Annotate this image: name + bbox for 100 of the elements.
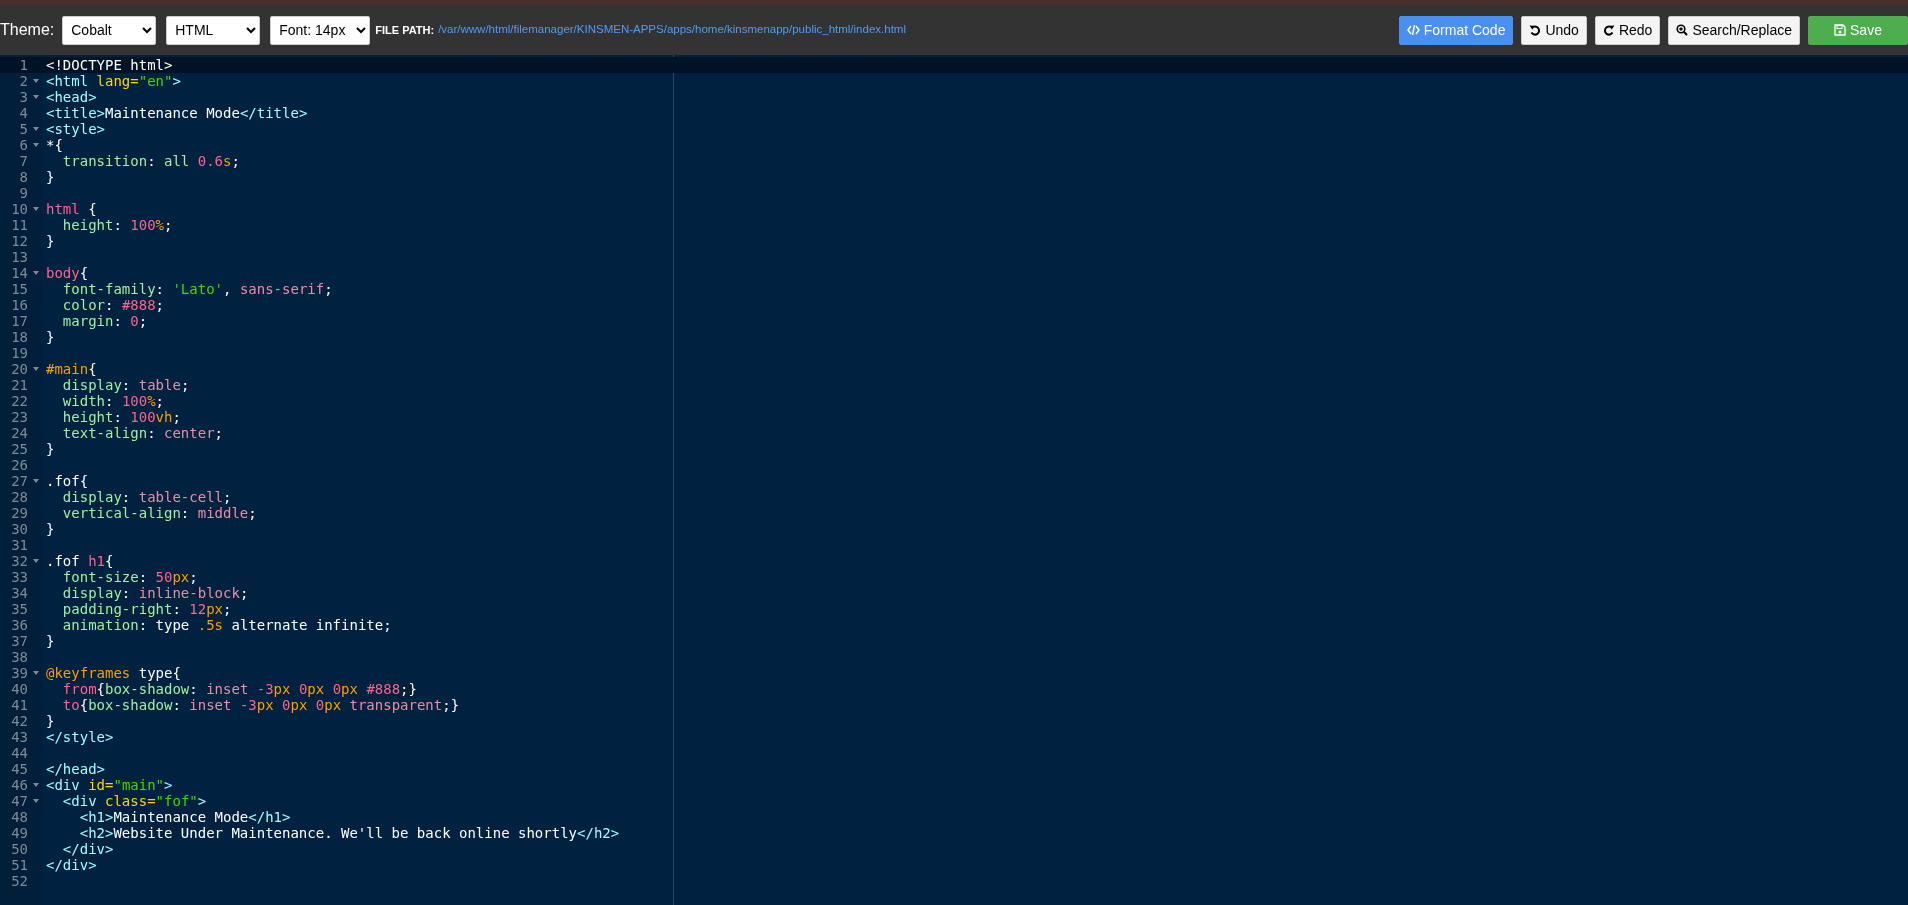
line-number: 43 [11,729,28,745]
line-number: 50 [11,841,28,857]
code-line: font-size: 50px; [61,569,198,585]
line-number: 41 [11,697,28,713]
fold-icon[interactable] [33,143,39,147]
code-line: <div class="fof"> [61,793,207,809]
line-number: 51 [11,857,28,873]
code-line: font-family: 'Lato', sans-serif; [61,281,333,297]
fold-icon[interactable] [33,799,39,803]
fold-icon[interactable] [33,271,39,275]
line-number: 47 [11,793,28,809]
line-number: 9 [19,185,28,201]
line-number: 48 [11,809,28,825]
code-line: </div> [45,857,97,873]
line-number: 19 [11,345,28,361]
code-icon [1406,24,1420,36]
code-line: to{box-shadow: inset -3px 0px 0px transparent;} [61,697,460,713]
theme-label: Theme: [0,20,55,40]
code-line: *{ [45,137,63,153]
line-number: 3 [19,89,28,105]
fold-icon[interactable] [33,207,39,211]
file-path-label: FILE PATH: [375,22,435,38]
code-line: height: 100%; [61,217,173,233]
code-line: height: 100vh; [61,409,181,425]
code-line: <h1>Maintenance Mode</h1> [78,809,291,825]
line-number: 26 [11,457,28,473]
fold-icon[interactable] [33,783,39,787]
code-line: <style> [45,121,105,137]
fold-icon[interactable] [33,671,39,675]
undo-icon [1529,24,1542,36]
line-number: 33 [11,569,28,585]
line-number: 8 [19,169,28,185]
line-number: 27 [11,473,28,489]
fold-icon[interactable] [33,95,39,99]
code-line: } [45,329,55,345]
line-number: 30 [11,521,28,537]
fold-icon[interactable] [33,479,39,483]
line-number: 25 [11,441,28,457]
search-icon [1676,24,1689,36]
code-line: } [45,713,55,729]
fold-icon[interactable] [33,79,39,83]
fold-icon[interactable] [33,127,39,131]
code-line: <head> [45,89,97,105]
line-number: 13 [11,249,28,265]
code-line: </head> [45,761,105,777]
line-number: 4 [19,105,28,121]
code-line: } [45,169,55,185]
fold-icon[interactable] [33,559,39,563]
code-line: display: inline-block; [61,585,249,601]
line-number: 31 [11,537,28,553]
line-number: 22 [11,393,28,409]
line-number: 23 [11,409,28,425]
line-number: 44 [11,745,28,761]
code-line: color: #888; [61,297,165,313]
line-number: 34 [11,585,28,601]
code-line: #main{ [45,361,97,377]
code-line: body{ [45,265,89,281]
line-number: 39 [11,665,28,681]
search-replace-button[interactable]: Search/Replace [1668,15,1800,45]
font-size-select[interactable]: Font: 14px [270,15,371,45]
line-number: 37 [11,633,28,649]
line-number: 1 [19,57,28,73]
line-number: 21 [11,377,28,393]
line-number: 10 [11,201,28,217]
line-number: 7 [19,153,28,169]
line-number: 20 [11,361,28,377]
code-line: } [45,233,55,249]
code-line: } [45,521,55,537]
code-line: text-align: center; [61,425,224,441]
line-number: 42 [11,713,28,729]
code-line: <h2>Website Under Maintenance. We'll be back online shortly</h2> [78,825,620,841]
line-number: 29 [11,505,28,521]
line-number: 32 [11,553,28,569]
line-number: 49 [11,825,28,841]
fold-icon[interactable] [33,367,39,371]
code-line: <title>Maintenance Mode</title> [45,105,308,121]
code-line: from{box-shadow: inset -3px 0px 0px #888;} [61,681,417,697]
file-path: /var/www/html/filemanager/KINSMEN-APPS/apps/home/kinsmenapp/public_html/index.html [438,22,906,38]
theme-select[interactable]: Cobalt [62,15,157,45]
code-line: <div id="main"> [45,777,173,793]
code-line: vertical-align: middle; [61,505,257,521]
line-number: 52 [11,873,28,889]
line-number: 16 [11,297,28,313]
undo-button[interactable]: Undo [1521,15,1587,45]
code-line: <!DOCTYPE html> [45,57,173,73]
code-line: display: table-cell; [61,489,232,505]
code-line: </style> [45,729,114,745]
code-line: margin: 0; [61,313,148,329]
code-line: @keyframes type{ [45,665,181,681]
code-line: display: table; [61,377,190,393]
code-line: width: 100%; [61,393,165,409]
code-line: .fof{ [45,473,89,489]
line-number: 5 [19,121,28,137]
line-number: 24 [11,425,28,441]
line-number: 6 [19,137,28,153]
redo-button[interactable]: Redo [1594,15,1661,45]
line-number: 45 [11,761,28,777]
line-number: 14 [11,265,28,281]
line-number: 28 [11,489,28,505]
mode-select[interactable]: HTML [166,15,261,45]
